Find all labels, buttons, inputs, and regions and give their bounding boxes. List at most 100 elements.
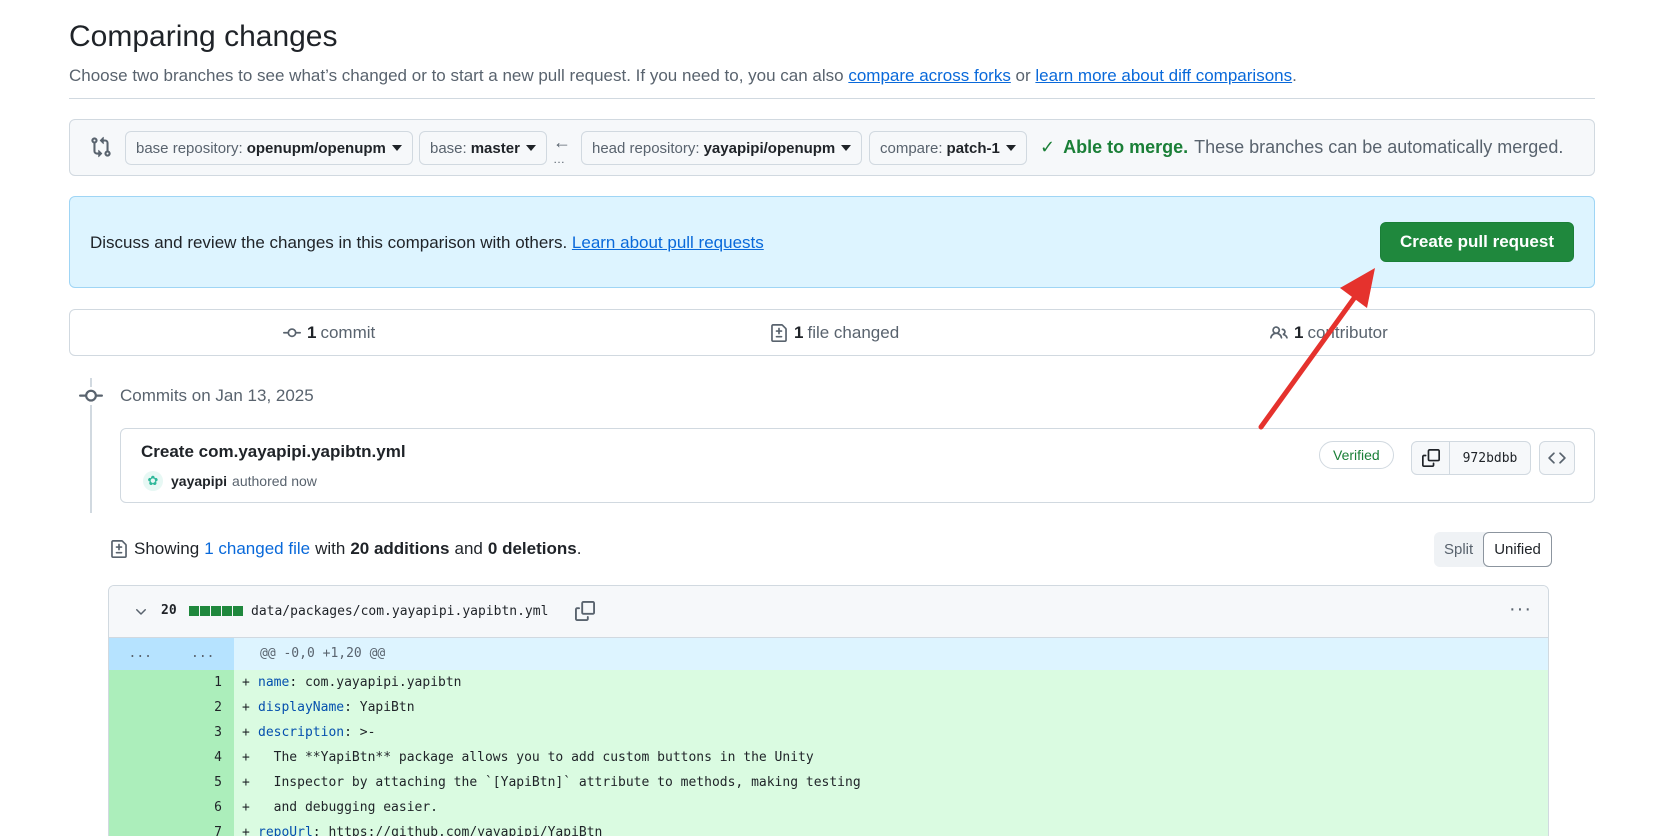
new-line-number[interactable]: 7 (171, 820, 234, 836)
create-pull-request-button[interactable]: Create pull request (1380, 222, 1574, 262)
diffstat-blocks (189, 606, 243, 616)
additions-count: 20 additions (350, 539, 450, 558)
hunk-left-dots: ... (128, 646, 152, 661)
diff-line: 6 + and debugging easier. (109, 795, 1548, 820)
diff-line-code: + repoUrl: https://github.com/yayapipi/Ya… (234, 820, 1548, 836)
commit-title-link[interactable]: Create com.yayapipi.yapibtn.yml (141, 442, 406, 462)
page-title: Comparing changes (69, 20, 338, 53)
page-subtitle: Choose two branches to see what’s change… (69, 66, 1297, 86)
kebab-horizontal-icon[interactable]: ··· (1509, 598, 1532, 621)
browse-repo-button[interactable] (1539, 441, 1575, 475)
people-icon (1270, 326, 1288, 339)
new-line-number[interactable]: 3 (171, 720, 234, 745)
diff-file-path[interactable]: data/packages/com.yayapipi.yapibtn.yml (251, 604, 548, 619)
hunk-header-text: @@ -0,0 +1,20 @@ (260, 646, 386, 661)
subtitle-or: or (1010, 66, 1036, 85)
changed-files-link[interactable]: 1 changed file (204, 539, 310, 559)
commits-stat[interactable]: 1 commit (283, 323, 375, 343)
head-repository-label: head repository: (592, 139, 700, 157)
diff-line-code: + name: com.yayapipi.yapibtn (234, 670, 1548, 695)
head-repository-select[interactable]: head repository: yayapipi/openupm (581, 131, 863, 165)
base-branch-label: base: (430, 139, 467, 157)
new-line-number[interactable]: 5 (171, 770, 234, 795)
head-repository-value: yayapipi/openupm (703, 139, 836, 157)
file-diff-icon (771, 324, 787, 342)
copy-icon (1421, 449, 1440, 467)
summary-prefix: Showing (134, 539, 200, 558)
summary-and: and (454, 539, 483, 558)
deletions-count: 0 deletions (487, 539, 577, 558)
contributors-stat[interactable]: 1 contributor (1270, 323, 1388, 343)
diff-line: 2 + displayName: YapiBtn (109, 695, 1548, 720)
diff-change-count: 20 (161, 603, 177, 618)
commits-count: 1 (307, 323, 317, 342)
copy-sha-button[interactable] (1412, 442, 1450, 474)
commit-sha-link[interactable]: 972bdbb (1450, 442, 1530, 474)
old-line-number[interactable] (109, 720, 171, 745)
compare-branch-value: patch-1 (946, 139, 1000, 157)
diff-file-header: 20 data/packages/com.yayapipi.yapibtn.ym… (109, 586, 1548, 638)
commit-item: Create com.yayapipi.yapibtn.yml ✿ yayapi… (120, 428, 1595, 503)
hunk-expander[interactable]: ... ... (109, 638, 234, 670)
compare-branch-label: compare: (880, 139, 943, 157)
commits-date-heading: Commits on Jan 13, 2025 (120, 386, 314, 405)
merge-status: ✓ Able to merge. These branches can be aut… (1040, 137, 1563, 158)
diff-line: 4 + The **YapiBtn** package allows you t… (109, 745, 1548, 770)
old-line-number[interactable] (109, 820, 171, 836)
git-compare-icon (91, 136, 111, 158)
commit-meta: ✿ yayapipi authored now (143, 471, 317, 491)
old-line-number[interactable] (109, 670, 171, 695)
new-line-number[interactable]: 6 (171, 795, 234, 820)
split-view-button[interactable]: Split (1434, 532, 1483, 567)
banner-text: Discuss and review the changes in this c… (90, 233, 764, 253)
subtitle-text: Choose two branches to see what’s change… (69, 66, 849, 85)
git-commit-icon (283, 328, 301, 338)
yaml-value: Inspector by attaching the `[YapiBtn]` a… (258, 775, 861, 790)
yaml-value: and debugging easier. (258, 800, 439, 815)
learn-about-pull-requests-link[interactable]: Learn about pull requests (572, 233, 764, 252)
old-line-number[interactable] (109, 745, 171, 770)
diff-line-code: + and debugging easier. (234, 795, 1548, 820)
diff-hunk-header: ... ... @@ -0,0 +1,20 @@ (109, 638, 1548, 670)
diff-comparisons-link[interactable]: learn more about diff comparisons (1035, 66, 1292, 85)
old-line-number[interactable] (109, 795, 171, 820)
caret-down-icon (525, 145, 536, 151)
diff-line-code: + The **YapiBtn** package allows you to … (234, 745, 1548, 770)
old-line-number[interactable] (109, 770, 171, 795)
files-changed-stat[interactable]: 1 file changed (770, 323, 899, 343)
yaml-key: repoUrl (258, 825, 313, 836)
commit-author[interactable]: yayapipi (171, 473, 227, 489)
yaml-value: The **YapiBtn** package allows you to ad… (258, 750, 814, 765)
git-commit-icon (79, 387, 103, 405)
verified-badge[interactable]: Verified (1319, 441, 1394, 469)
copy-icon[interactable] (575, 601, 595, 621)
new-line-number[interactable]: 1 (171, 670, 234, 695)
compare-branch-select[interactable]: compare: patch-1 (869, 131, 1027, 165)
diff-view-toggle: Split Unified (1434, 532, 1552, 567)
old-line-number[interactable] (109, 695, 171, 720)
diff-file: 20 data/packages/com.yayapipi.yapibtn.ym… (108, 585, 1549, 836)
diff-line: 7 + repoUrl: https://github.com/yayapipi/… (109, 820, 1548, 836)
diff-lines: 1 + name: com.yayapipi.yapibtn 2 + display… (109, 670, 1548, 836)
code-icon (1548, 452, 1566, 464)
yaml-value: : YapiBtn (344, 700, 415, 715)
diff-summary: Showing 1 changed file with 20 additions… (110, 539, 581, 559)
check-icon: ✓ (1040, 137, 1056, 157)
contributors-count: 1 (1294, 323, 1304, 342)
discuss-banner: Discuss and review the changes in this c… (69, 196, 1595, 288)
base-repository-select[interactable]: base repository: openupm/openupm (125, 131, 413, 165)
base-repository-label: base repository: (136, 139, 243, 157)
avatar[interactable]: ✿ (143, 471, 163, 491)
yaml-key: description (258, 725, 345, 740)
base-branch-select[interactable]: base: master (419, 131, 547, 165)
new-line-number[interactable]: 4 (171, 745, 234, 770)
compare-across-forks-link[interactable]: compare across forks (848, 66, 1011, 85)
chevron-down-icon[interactable] (133, 604, 149, 620)
commit-time: authored now (232, 473, 317, 489)
base-branch-value: master (470, 139, 520, 157)
diff-line: 1 + name: com.yayapipi.yapibtn (109, 670, 1548, 695)
diff-line: 3 + description: >- (109, 720, 1548, 745)
unified-view-button[interactable]: Unified (1483, 532, 1552, 567)
diff-line-code: + Inspector by attaching the `[YapiBtn]`… (234, 770, 1548, 795)
new-line-number[interactable]: 2 (171, 695, 234, 720)
